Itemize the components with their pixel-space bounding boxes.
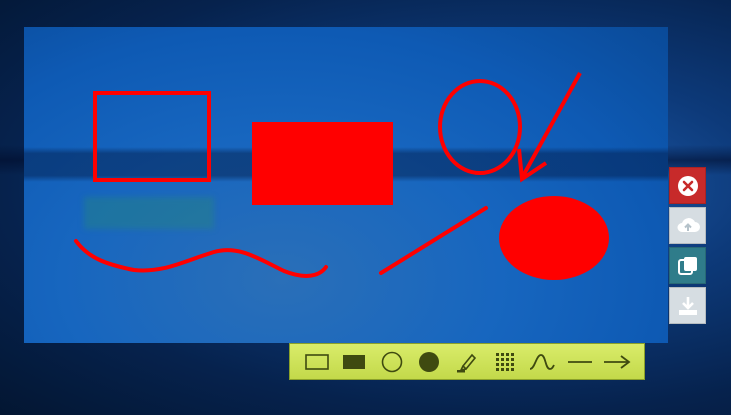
annotation-rectangle-filled[interactable] xyxy=(252,122,393,205)
annotation-ellipse-outline[interactable] xyxy=(438,79,522,175)
line-icon xyxy=(567,360,592,363)
arrow-right-icon xyxy=(604,354,631,369)
close-circle-icon xyxy=(677,175,698,196)
copy-icon xyxy=(677,256,697,275)
save-button[interactable] xyxy=(669,287,706,324)
tool-ellipse[interactable] xyxy=(377,347,407,377)
annotation-line[interactable] xyxy=(379,206,488,275)
tool-filled-rectangle[interactable] xyxy=(339,347,369,377)
annotation-arrow[interactable] xyxy=(517,72,582,183)
tool-freehand[interactable] xyxy=(527,347,557,377)
pixelate-grid-icon xyxy=(495,352,514,371)
copy-button[interactable] xyxy=(669,247,706,284)
tool-arrow[interactable] xyxy=(602,347,632,377)
annotation-canvas[interactable] xyxy=(24,27,668,343)
cloud-upload-icon xyxy=(677,217,700,232)
close-button[interactable] xyxy=(669,167,706,204)
ellipse-filled-icon xyxy=(419,351,440,372)
annotation-rectangle-outline[interactable] xyxy=(93,91,211,182)
tool-pixelate[interactable] xyxy=(490,347,520,377)
annotation-ellipse-filled[interactable] xyxy=(499,196,609,280)
tool-rectangle[interactable] xyxy=(302,347,332,377)
annotation-freehand[interactable] xyxy=(74,239,328,278)
tool-line[interactable] xyxy=(565,347,595,377)
capture-region[interactable] xyxy=(24,27,668,343)
marker-pen-icon xyxy=(456,353,477,372)
tool-filled-ellipse[interactable] xyxy=(414,347,444,377)
download-icon xyxy=(678,296,697,315)
freehand-curve-icon xyxy=(529,353,555,370)
rectangle-outline-icon xyxy=(304,353,329,370)
ellipse-outline-icon xyxy=(381,351,403,372)
tool-marker[interactable] xyxy=(452,347,482,377)
action-sidebar xyxy=(669,167,707,327)
rectangle-filled-icon xyxy=(343,354,366,369)
upload-button[interactable] xyxy=(669,207,706,244)
drawing-toolbar xyxy=(289,343,645,380)
